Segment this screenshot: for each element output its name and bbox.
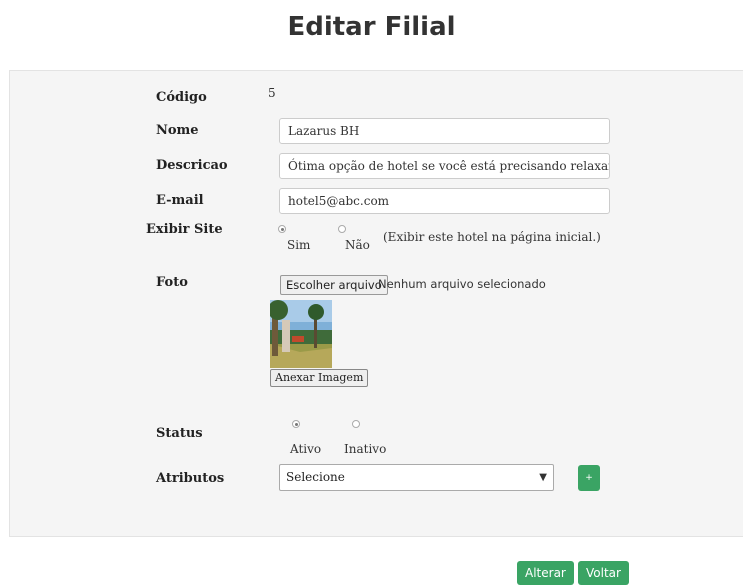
status-inativo-label: Inativo	[344, 442, 387, 456]
email-input[interactable]: hotel5@abc.com	[279, 188, 610, 214]
attach-image-button[interactable]: Anexar Imagem	[270, 369, 369, 387]
exibir-site-label: Exibir Site	[146, 222, 223, 237]
email-label: E-mail	[156, 193, 204, 208]
exibir-site-hint: (Exibir este hotel na página inicial.)	[383, 230, 601, 244]
codigo-value: 5	[268, 86, 276, 100]
chevron-down-icon: ▼	[539, 472, 547, 483]
descricao-input[interactable]: Ótima opção de hotel se você está precis…	[279, 153, 610, 179]
status-ativo-radio[interactable]	[292, 420, 300, 428]
choose-file-button[interactable]: Escolher arquivo	[280, 275, 388, 295]
voltar-button[interactable]: Voltar	[578, 561, 629, 585]
codigo-label: Código	[156, 90, 207, 105]
status-inativo-radio[interactable]	[352, 420, 360, 428]
plus-icon: +	[585, 473, 593, 483]
atributos-select[interactable]: Selecione ▼	[279, 464, 554, 491]
nome-label: Nome	[156, 123, 199, 138]
exibir-site-sim-radio[interactable]	[278, 225, 286, 233]
exibir-site-sim-label: Sim	[287, 238, 311, 252]
nome-input[interactable]: Lazarus BH	[279, 118, 610, 144]
atributos-selected-value: Selecione	[286, 470, 345, 484]
status-ativo-label: Ativo	[290, 442, 322, 456]
add-atributo-button[interactable]: +	[578, 465, 600, 491]
no-file-text: Nenhum arquivo selecionado	[378, 277, 546, 291]
status-label: Status	[156, 426, 203, 441]
exibir-site-nao-radio[interactable]	[338, 225, 346, 233]
alterar-button[interactable]: Alterar	[517, 561, 574, 585]
atributos-label: Atributos	[156, 471, 225, 486]
exibir-site-nao-label: Não	[345, 238, 370, 252]
descricao-label: Descricao	[156, 158, 228, 173]
hotel-photo-thumbnail	[270, 300, 332, 368]
foto-label: Foto	[156, 275, 188, 290]
page-title: Editar Filial	[287, 12, 456, 42]
